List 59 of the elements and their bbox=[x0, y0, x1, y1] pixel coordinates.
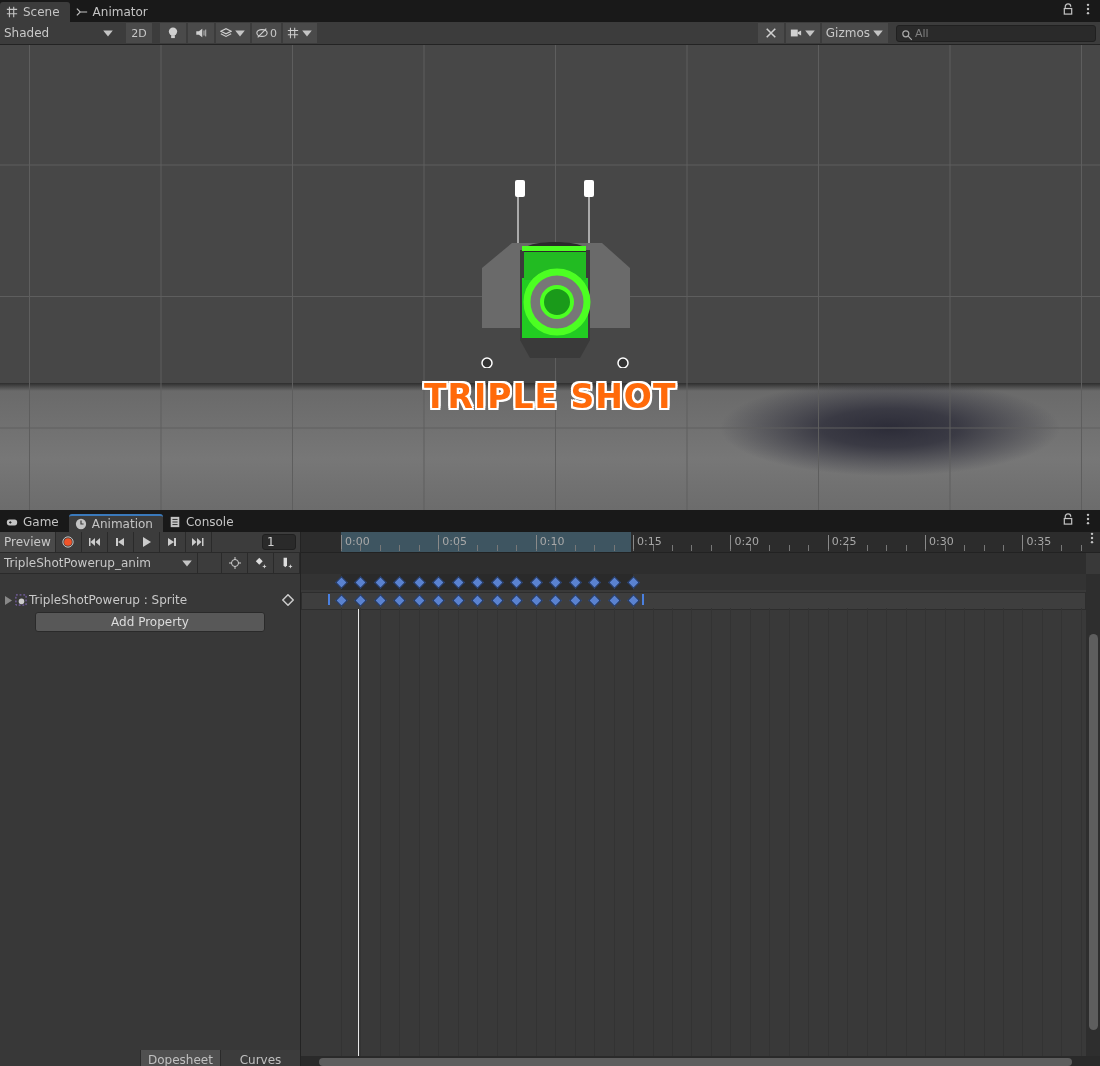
grid-icon bbox=[6, 6, 18, 18]
sprite-icon bbox=[15, 594, 27, 606]
gamepad-icon bbox=[6, 516, 18, 528]
add-property-button[interactable]: Add Property bbox=[35, 612, 265, 632]
skip-forward-icon bbox=[192, 536, 205, 548]
time-label: 0:00 bbox=[341, 535, 370, 549]
timeline[interactable]: 0:00 0:05 0:10 0:15 0:20 0:25 0:30 0:35 bbox=[301, 532, 1100, 1066]
step-back-icon bbox=[114, 536, 127, 548]
eye-slash-icon bbox=[256, 27, 268, 39]
lock-icon bbox=[1062, 513, 1074, 525]
panel-tab[interactable]: Animator bbox=[69, 2, 158, 22]
frame-field[interactable]: 1 bbox=[262, 534, 296, 550]
horizontal-scrollbar[interactable] bbox=[301, 1056, 1100, 1066]
play-icon bbox=[140, 536, 153, 548]
step-forward-icon bbox=[166, 536, 179, 548]
speaker-icon bbox=[195, 27, 207, 39]
time-label: 0:20 bbox=[730, 535, 760, 549]
time-label: 0:30 bbox=[925, 535, 954, 549]
grid-icon bbox=[287, 27, 299, 39]
camera-icon bbox=[789, 27, 802, 39]
hidden-objects-button[interactable]: 0 bbox=[252, 23, 281, 43]
panel-tab[interactable]: Scene bbox=[0, 2, 70, 22]
view-tab[interactable]: Dopesheet bbox=[140, 1050, 220, 1066]
transition-icon bbox=[75, 6, 88, 18]
tools-button[interactable] bbox=[757, 23, 784, 43]
panel-tab[interactable]: Game bbox=[0, 512, 69, 532]
lighting-button[interactable] bbox=[160, 23, 186, 43]
expand-arrow-icon[interactable] bbox=[4, 595, 13, 605]
sprite-title: TRIPLE SHOT bbox=[424, 376, 677, 418]
search-field[interactable]: All bbox=[896, 24, 1096, 42]
effects-button[interactable] bbox=[216, 23, 250, 43]
lock-icon bbox=[1062, 3, 1074, 15]
time-label: 0:15 bbox=[633, 535, 662, 549]
target-icon bbox=[228, 557, 241, 569]
panel-tab[interactable]: Animation bbox=[68, 514, 163, 532]
time-label: 0:25 bbox=[827, 535, 857, 549]
time-label: 0:35 bbox=[1022, 535, 1052, 549]
search-icon bbox=[901, 28, 913, 41]
preview-button[interactable]: Preview bbox=[0, 532, 56, 552]
shading-dropdown[interactable]: Shaded bbox=[0, 23, 118, 43]
layers-icon bbox=[220, 27, 232, 39]
audio-button[interactable] bbox=[188, 23, 214, 43]
clock-icon bbox=[74, 518, 87, 530]
2d-toggle-button[interactable]: 2D bbox=[126, 23, 152, 43]
camera-button[interactable] bbox=[785, 23, 820, 43]
grid-button[interactable] bbox=[283, 23, 317, 43]
gizmos-button[interactable]: Gizmos bbox=[821, 23, 888, 43]
keyframe-icon bbox=[282, 594, 294, 606]
view-tab[interactable]: Curves bbox=[220, 1050, 300, 1066]
time-label: 0:10 bbox=[535, 535, 565, 549]
property-label: TripleShotPowerup : Sprite bbox=[29, 593, 189, 607]
add-key-icon bbox=[254, 557, 267, 569]
bulb-icon bbox=[167, 27, 179, 39]
skip-back-icon bbox=[88, 536, 101, 548]
vertical-scrollbar[interactable] bbox=[1086, 574, 1100, 1056]
panel-tab[interactable]: Console bbox=[162, 512, 244, 532]
time-label: 0:05 bbox=[438, 535, 468, 549]
console-icon bbox=[168, 516, 181, 528]
record-icon bbox=[62, 536, 75, 548]
